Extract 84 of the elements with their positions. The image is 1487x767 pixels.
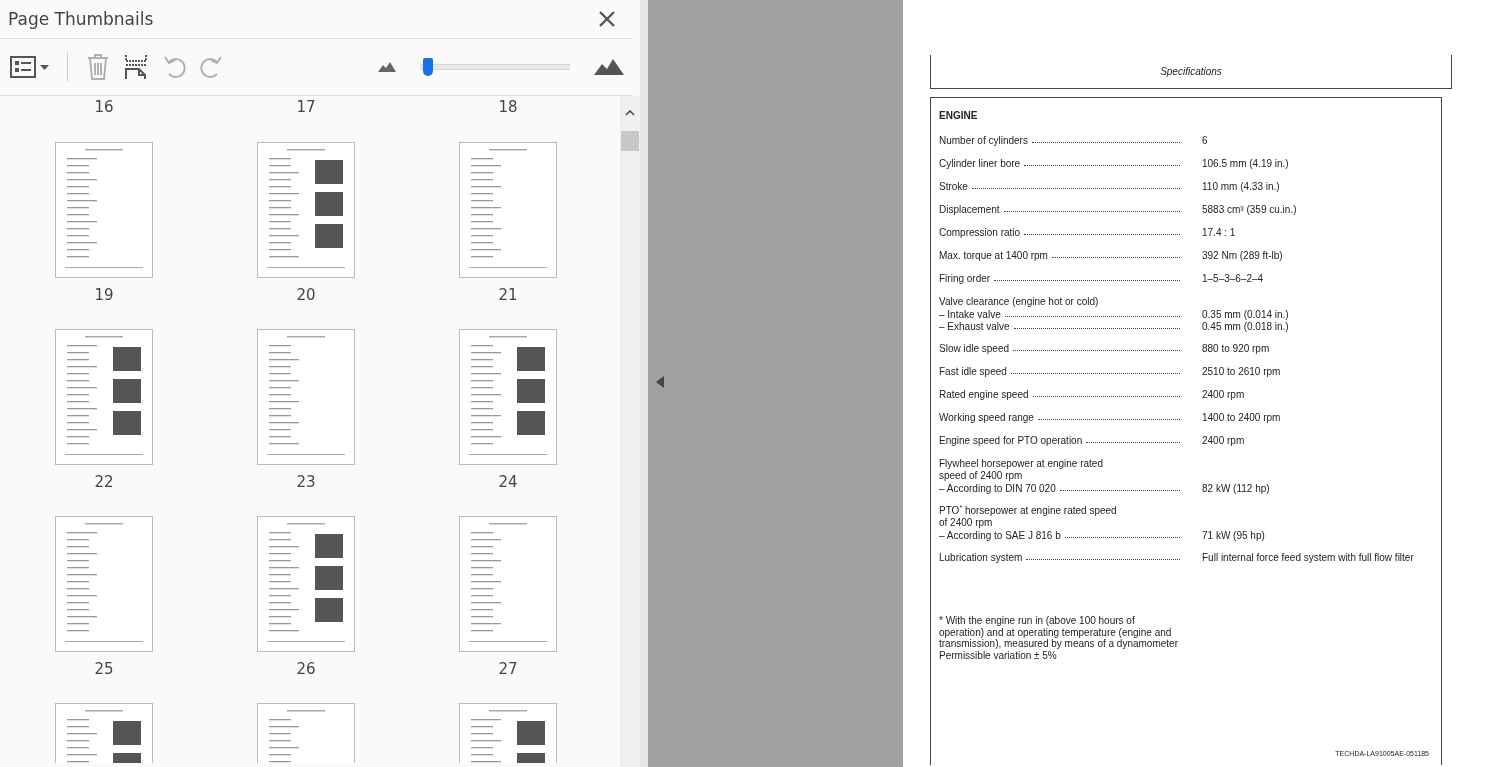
page-thumbnail[interactable]: [55, 142, 153, 278]
spec-label: Rated engine speed: [939, 389, 1029, 400]
spec-value: 106.5 mm (4.19 in.): [1202, 158, 1289, 169]
spec-heading: Flywheel horsepower at engine rated: [939, 458, 1104, 470]
spec-value: 2400 rpm: [1202, 435, 1245, 446]
spec-heading: PTO$^{*}$ horsepower at engine rated speed: [939, 505, 1118, 517]
page-number: 16: [93, 97, 115, 118]
caret-icon: [40, 64, 49, 70]
spec-label: – According to SAE J 816 b: [939, 529, 1061, 541]
spec-value: Full internal force feed system with full flow filter: [1202, 552, 1414, 563]
page-number: 21: [498, 286, 518, 304]
page-thumbnail[interactable]: [257, 329, 355, 465]
page-thumbnail[interactable]: [459, 142, 557, 278]
page-number: 18: [497, 97, 519, 118]
spec-label: Engine speed for PTO operation: [939, 435, 1083, 446]
scroll-thumb[interactable]: [621, 131, 639, 151]
spec-label: – Intake valve: [939, 308, 1001, 320]
spec-value: 2510 to 2610 rpm: [1202, 366, 1281, 377]
spec-label: Max. torque at 1400 rpm: [939, 250, 1048, 261]
large-mountain-icon: [594, 59, 624, 75]
spec-label: Stroke: [939, 181, 968, 192]
rotate-right-icon: [200, 54, 224, 80]
page-number: 24: [498, 473, 518, 491]
page-number: 23: [296, 473, 316, 491]
spec-value: 0.45 mm (0.018 in.): [1202, 320, 1289, 332]
spec-label: Slow idle speed: [939, 343, 1010, 354]
spec-value: 880 to 920 rpm: [1202, 343, 1270, 354]
spec-value: 71 kW (95 hp): [1202, 529, 1265, 541]
footnote-line: operation) and at operating temperature (engine and: [939, 626, 1173, 639]
spec-value: 392 Nm (289 ft-lb): [1202, 250, 1283, 261]
spec-value: 5883 cm³ (359 cu.in.): [1202, 204, 1297, 215]
page-number: 19: [94, 286, 114, 304]
insert-button[interactable]: [122, 52, 150, 82]
spec-label: Number of cylinders: [939, 135, 1028, 146]
page-number: 26: [296, 660, 316, 678]
footnote-line: * With the engine run in (above 100 hours of: [939, 615, 1136, 627]
slider-thumb[interactable]: [422, 58, 433, 76]
page-thumbnail[interactable]: [257, 703, 355, 763]
page-thumbnail[interactable]: [55, 516, 153, 652]
spec-label: Displacement: [939, 204, 1000, 215]
page-number: 17: [295, 97, 317, 118]
page-header: Specifications: [1160, 66, 1222, 77]
options-button[interactable]: [8, 54, 51, 80]
spec-label: Firing order: [939, 273, 991, 284]
spec-label: Working speed range: [939, 412, 1034, 423]
spec-value: 6: [1202, 135, 1208, 146]
spec-value: 2400 rpm: [1202, 389, 1245, 400]
page-thumbnail[interactable]: [257, 516, 355, 652]
page-thumbnail[interactable]: [459, 516, 557, 652]
spec-value: 110 mm (4.33 in.): [1202, 181, 1280, 192]
small-mountain-icon: [378, 62, 396, 72]
page-thumbnail[interactable]: [459, 329, 557, 465]
page-thumbnail[interactable]: [55, 703, 153, 763]
spec-label: – According to DIN 70 020: [939, 482, 1056, 494]
page-number: 27: [498, 660, 518, 678]
page-number: 22: [94, 473, 114, 491]
spec-label: Cylinder liner bore: [939, 158, 1021, 169]
trash-icon: [86, 54, 110, 80]
collapse-panel-button[interactable]: [656, 376, 664, 391]
section-heading: ENGINE: [939, 110, 979, 121]
spec-heading: speed of 2400 rpm: [939, 470, 1024, 482]
page-thumbnail[interactable]: [55, 329, 153, 465]
spec-heading: of 2400 rpm: [939, 517, 994, 529]
page-options-icon: [10, 56, 36, 78]
footnote-line: Permissible variation ± 5%: [939, 649, 1058, 662]
spec-label: – Exhaust valve: [939, 320, 1010, 332]
spec-value: 1400 to 2400 rpm: [1202, 412, 1281, 423]
footnote-line: transmission), measured by means of a dynamometer: [939, 638, 1179, 650]
spec-label: Fast idle speed: [939, 366, 1007, 377]
page-number: 25: [94, 660, 114, 678]
rotate-left-icon: [162, 54, 186, 80]
spec-label: Compression ratio: [939, 227, 1021, 238]
spec-heading: Valve clearance (engine hot or cold): [939, 296, 1100, 308]
spec-value: 0.35 mm (0.014 in.): [1202, 308, 1289, 320]
spec-value: 1–5–3–6–2–4: [1202, 273, 1264, 284]
spec-label: Lubrication system: [939, 552, 1023, 563]
scrollbar[interactable]: [620, 96, 640, 767]
page-thumbnail[interactable]: [459, 703, 557, 763]
spec-value: 17.4 : 1: [1202, 227, 1236, 238]
panel-title: Page Thumbnails: [8, 9, 154, 29]
page-thumbnail[interactable]: [257, 142, 355, 278]
insert-page-icon: [124, 54, 148, 80]
page-number: 20: [296, 286, 316, 304]
spec-value: 82 kW (112 hp): [1202, 482, 1270, 494]
